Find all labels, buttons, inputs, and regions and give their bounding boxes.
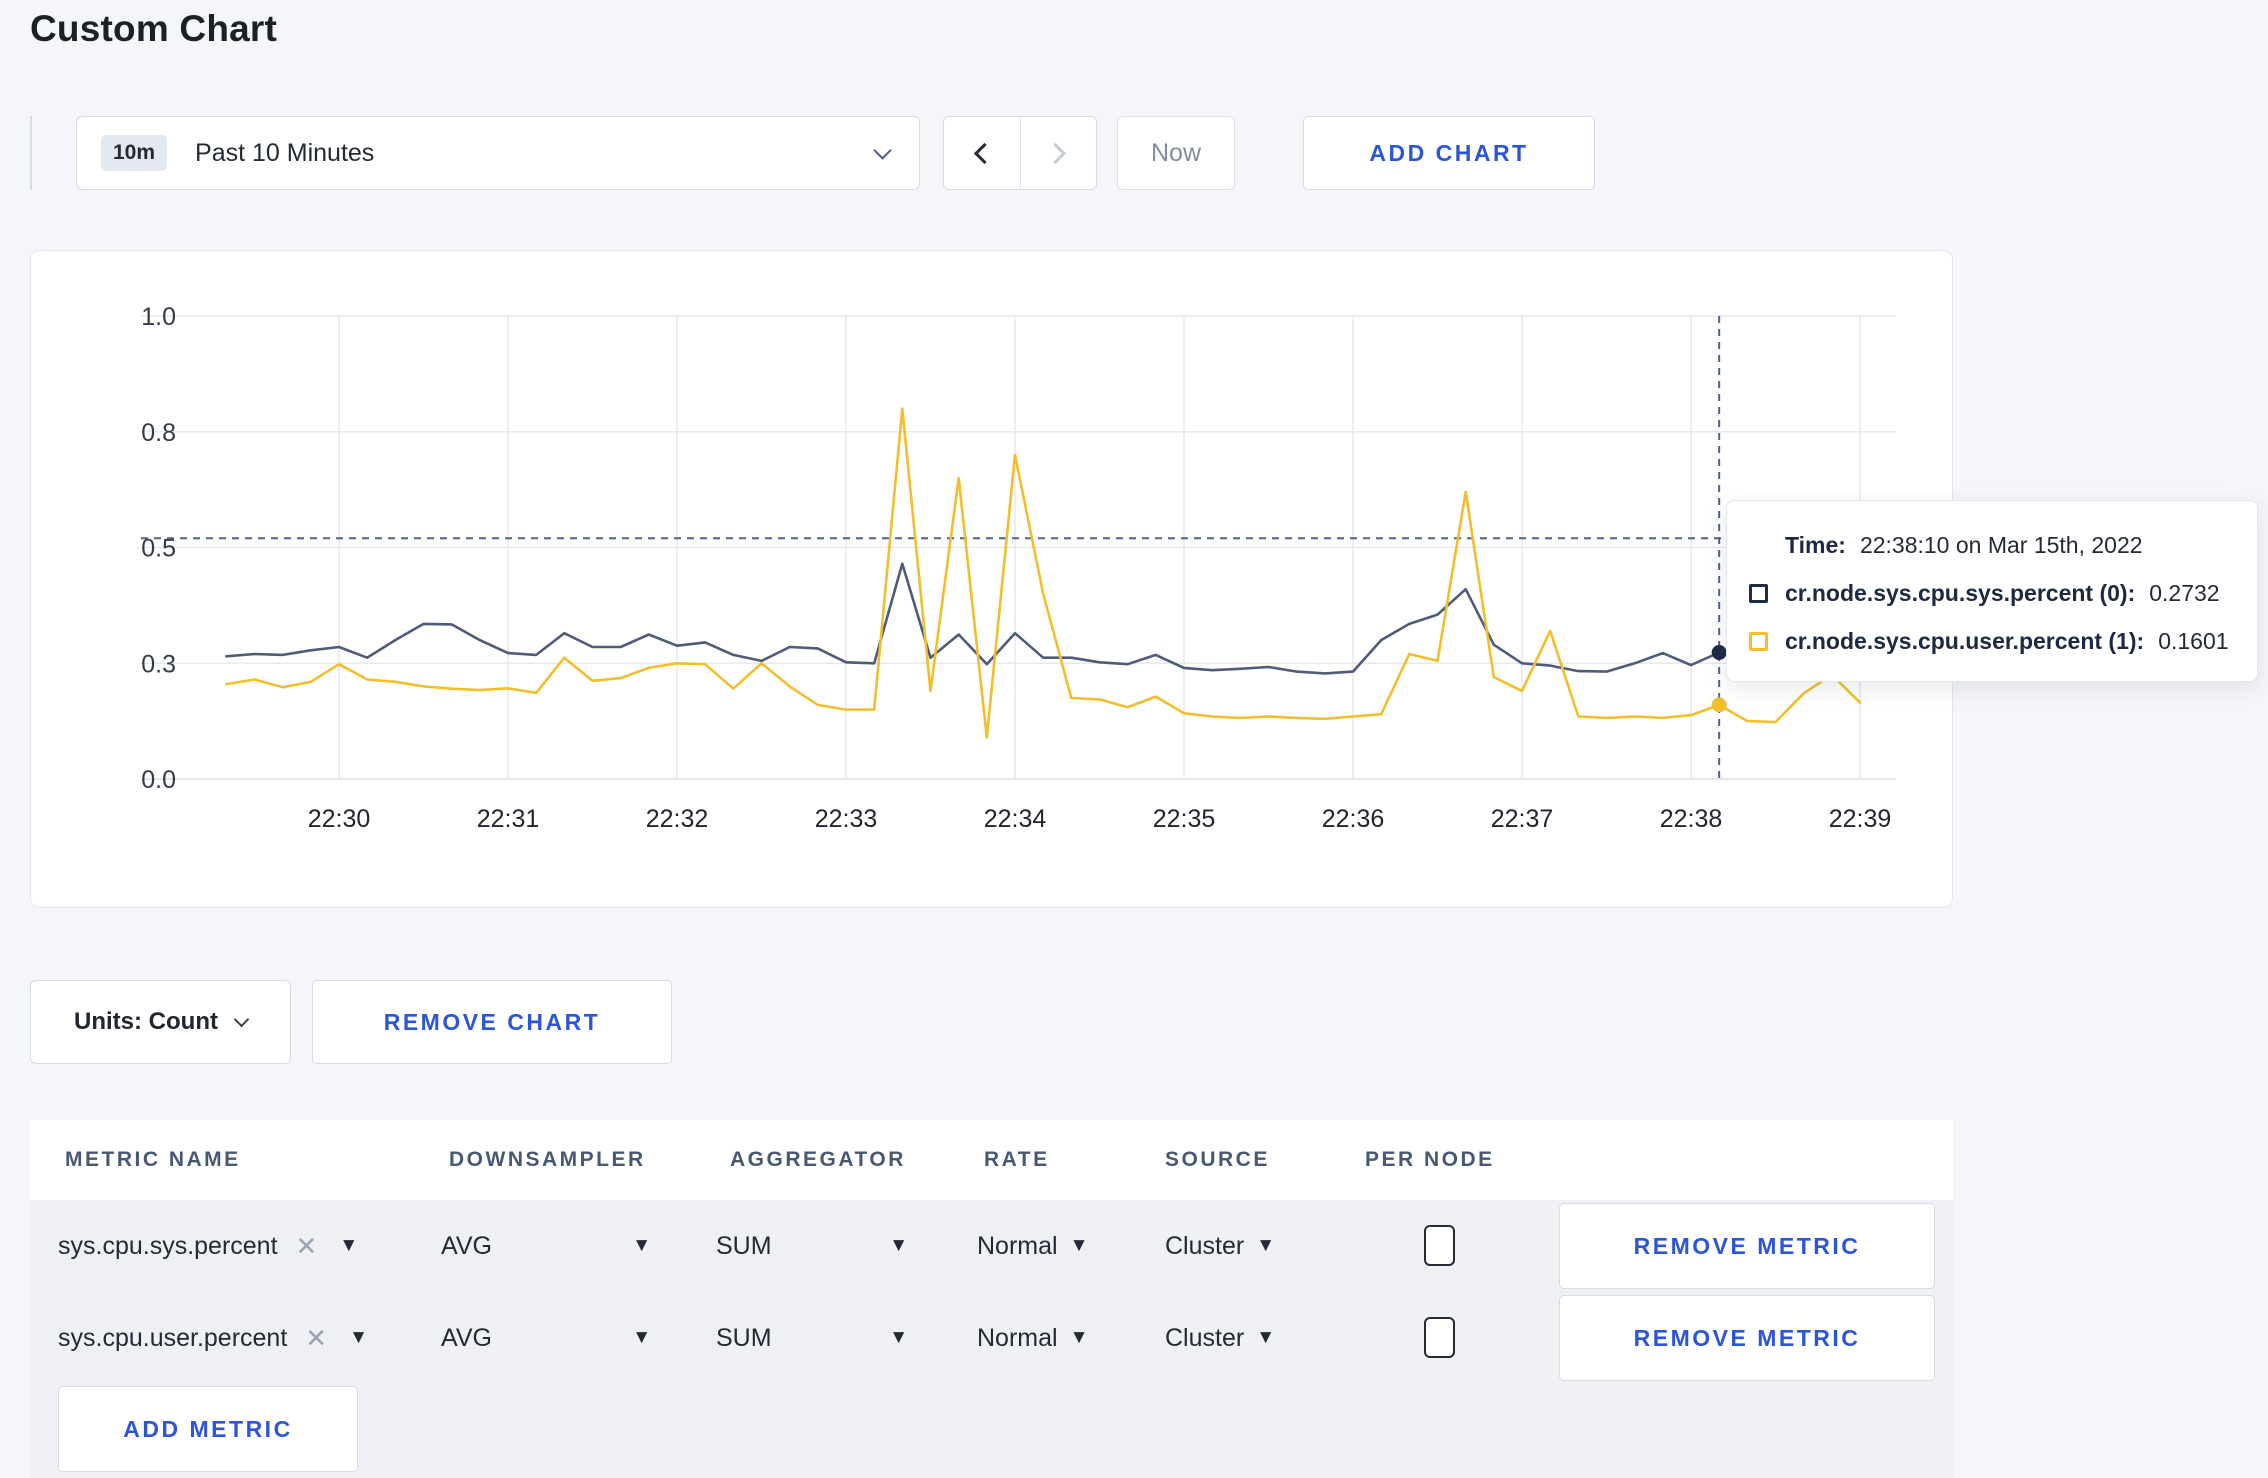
chart-card[interactable]: 0.0 0.3 0.5 0.8 1.0 22:30 22:31 22:32 22:33 22:34… <box>30 250 1953 908</box>
x-axis-label: 22:39 <box>1829 805 1892 833</box>
units-label: Units: Count <box>74 1008 218 1035</box>
dropdown-arrow-icon: ▼ <box>1256 1235 1275 1256</box>
now-button[interactable]: Now <box>1117 116 1235 190</box>
remove-metric-button[interactable]: REMOVE METRIC <box>1559 1203 1935 1289</box>
dropdown-arrow-icon: ▼ <box>349 1327 368 1348</box>
tooltip-series-value: 0.1601 <box>2158 627 2229 654</box>
tooltip-series-name: cr.node.sys.cpu.user.percent (1): <box>1785 627 2145 654</box>
x-axis-label: 22:32 <box>646 805 709 833</box>
dropdown-arrow-icon: ▼ <box>632 1235 651 1256</box>
x-axis-label: 22:31 <box>477 805 540 833</box>
add-metric-button[interactable]: ADD METRIC <box>58 1386 358 1472</box>
col-header-metric-name: METRIC NAME <box>65 1148 241 1171</box>
time-nav-group <box>943 116 1097 190</box>
tooltip-time-row: Time: 22:38:10 on Mar 15th, 2022 <box>1749 521 2239 569</box>
per-node-checkbox[interactable] <box>1424 1317 1455 1358</box>
chevron-down-icon <box>233 1011 250 1027</box>
clear-metric-icon[interactable]: ✕ <box>305 1323 327 1354</box>
y-axis-label: 1.0 <box>141 303 176 331</box>
dropdown-arrow-icon: ▼ <box>632 1327 651 1348</box>
col-header-per-node: PER NODE <box>1365 1148 1495 1171</box>
dropdown-arrow-icon: ▼ <box>889 1235 908 1256</box>
col-header-downsampler: DOWNSAMPLER <box>449 1148 646 1171</box>
metric-name-value: sys.cpu.sys.percent <box>58 1231 278 1260</box>
next-range-button[interactable] <box>1019 117 1097 189</box>
tooltip-time-value: 22:38:10 on Mar 15th, 2022 <box>1859 531 2143 558</box>
custom-chart-plot[interactable]: 0.00.30.50.81.022:30 22:31 22:32 22:33 22:34… <box>31 251 1954 909</box>
series-line-1 <box>225 407 1862 739</box>
rate-value: Normal <box>977 1231 1058 1260</box>
col-header-rate: RATE <box>984 1148 1050 1171</box>
col-header-source: SOURCE <box>1165 1148 1270 1171</box>
aggregator-select[interactable]: SUM ▼ <box>716 1224 908 1268</box>
source-select[interactable]: Cluster ▼ <box>1165 1316 1275 1360</box>
per-node-checkbox[interactable] <box>1424 1225 1455 1266</box>
tooltip-time-label: Time: <box>1785 531 1846 558</box>
dropdown-arrow-icon: ▼ <box>339 1235 359 1256</box>
x-axis-label: 22:30 <box>308 805 371 833</box>
x-axis-label: 22:33 <box>815 805 878 833</box>
downsampler-select[interactable]: AVG ▼ <box>441 1224 651 1268</box>
x-axis-label: 22:36 <box>1322 805 1385 833</box>
series-user-legend-icon <box>1749 631 1768 651</box>
aggregator-select[interactable]: SUM ▼ <box>716 1316 908 1360</box>
chevron-left-icon <box>974 142 996 164</box>
tooltip-series-row: cr.node.sys.cpu.sys.percent (0): 0.2732 <box>1749 569 2239 617</box>
dropdown-arrow-icon: ▼ <box>1069 1235 1089 1256</box>
page-title: Custom Chart <box>30 8 278 49</box>
x-axis-label: 22:34 <box>984 805 1047 833</box>
time-range-select[interactable]: 10m Past 10 Minutes <box>76 116 920 190</box>
x-axis-label: 22:35 <box>1153 805 1216 833</box>
remove-metric-button[interactable]: REMOVE METRIC <box>1559 1295 1935 1381</box>
series-sys-legend-icon <box>1749 583 1768 603</box>
col-header-aggregator: AGGREGATOR <box>730 1148 906 1171</box>
series-line-0 <box>225 562 1862 675</box>
clear-metric-icon[interactable]: ✕ <box>296 1231 318 1262</box>
rate-value: Normal <box>977 1323 1058 1352</box>
tooltip-series-value: 0.2732 <box>2149 579 2220 606</box>
y-axis-label: 0.8 <box>141 419 176 447</box>
aggregator-value: SUM <box>716 1231 772 1260</box>
x-axis-label: 22:38 <box>1660 805 1723 833</box>
dropdown-arrow-icon: ▼ <box>1069 1327 1089 1348</box>
chevron-down-icon <box>873 140 892 160</box>
metric-name-select[interactable]: sys.cpu.sys.percent ✕ ▼ <box>58 1224 358 1268</box>
source-select[interactable]: Cluster ▼ <box>1165 1224 1275 1268</box>
tooltip-series-row: cr.node.sys.cpu.user.percent (1): 0.1601 <box>1749 617 2239 665</box>
rate-select[interactable]: Normal ▼ <box>977 1316 1088 1360</box>
metric-name-value: sys.cpu.user.percent <box>58 1323 288 1352</box>
hover-point-dot <box>1711 697 1727 713</box>
rate-select[interactable]: Normal ▼ <box>977 1224 1088 1268</box>
tooltip-series-name: cr.node.sys.cpu.sys.percent (0): <box>1785 579 2136 606</box>
time-range-label: Past 10 Minutes <box>195 138 375 167</box>
dropdown-arrow-icon: ▼ <box>1256 1327 1275 1348</box>
x-axis-label: 22:37 <box>1491 805 1554 833</box>
add-chart-button[interactable]: ADD CHART <box>1303 116 1595 190</box>
source-value: Cluster <box>1165 1231 1245 1260</box>
aggregator-value: SUM <box>716 1323 772 1352</box>
metric-name-select[interactable]: sys.cpu.user.percent ✕ ▼ <box>58 1316 368 1360</box>
downsampler-value: AVG <box>441 1323 492 1352</box>
chevron-right-icon <box>1044 142 1066 164</box>
dropdown-arrow-icon: ▼ <box>889 1327 908 1348</box>
source-value: Cluster <box>1165 1323 1245 1352</box>
remove-chart-button[interactable]: REMOVE CHART <box>312 980 672 1064</box>
y-axis-label: 0.0 <box>141 766 176 794</box>
time-range-badge: 10m <box>101 135 168 171</box>
y-axis-label: 0.3 <box>141 650 176 678</box>
chart-hover-tooltip: Time: 22:38:10 on Mar 15th, 2022 cr.node… <box>1726 500 2258 682</box>
hover-point-dot <box>1711 645 1727 661</box>
units-select[interactable]: Units: Count <box>30 980 291 1064</box>
downsampler-value: AVG <box>441 1231 492 1260</box>
toolbar-left-divider <box>30 116 32 190</box>
downsampler-select[interactable]: AVG ▼ <box>441 1316 651 1360</box>
prev-range-button[interactable] <box>944 117 1020 189</box>
